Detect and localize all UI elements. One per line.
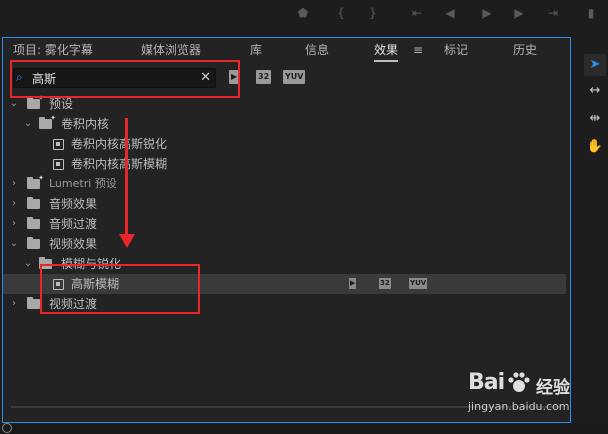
folder-icon <box>27 297 40 309</box>
annotation-arrow-head <box>119 234 135 248</box>
tab-history[interactable]: 历史 <box>513 41 537 59</box>
32bit-badge: 32 <box>379 278 391 289</box>
preset-icon <box>53 139 64 150</box>
selection-tool-icon[interactable]: ➤ <box>584 54 606 76</box>
tree-item-convolution[interactable]: ⌄ ✦ 卷积内核 <box>3 114 566 134</box>
tab-media-browser[interactable]: 媒体浏览器 <box>141 41 201 59</box>
chevron-down-icon[interactable]: ⌄ <box>9 234 19 254</box>
tree-item-lumetri[interactable]: › ✦ Lumetri 预设 <box>3 174 566 194</box>
step-back-icon[interactable]: ◀ <box>443 6 457 20</box>
tree-item-label: 卷积内核高斯锐化 <box>71 137 168 151</box>
tree-item-preset[interactable]: 卷积内核高斯模糊 <box>3 154 566 174</box>
chevron-down-icon[interactable]: ⌄ <box>23 254 33 274</box>
go-to-out-icon[interactable]: ⇥ <box>546 6 560 20</box>
annotation-box-effect <box>40 264 200 314</box>
tab-project[interactable]: 项目: 雾化字幕 <box>13 41 93 59</box>
watermark-brand: 经验 <box>536 378 570 398</box>
accelerated-badge: ▶ <box>349 278 357 289</box>
transport-bar: ⬟ { } ⇤ ◀ ▶ ▶ ⇥ ▮ <box>0 0 608 28</box>
folder-icon <box>27 237 40 249</box>
tree-item-audio-effects[interactable]: › 音频效果 <box>3 194 566 214</box>
preset-folder-icon: ✦ <box>39 115 56 129</box>
tree-item-video-effects[interactable]: ⌄ 视频效果 <box>3 234 566 254</box>
preset-icon <box>53 159 64 170</box>
tab-markers[interactable]: 标记 <box>444 41 468 59</box>
step-forward-icon[interactable]: ▶ <box>512 6 526 20</box>
tab-libraries[interactable]: 库 <box>250 41 262 59</box>
status-icon <box>2 423 12 433</box>
tree-item-label: 卷积内核高斯模糊 <box>71 157 168 171</box>
out-point-icon[interactable]: } <box>366 6 380 20</box>
panel-menu-icon[interactable]: ≡ <box>413 43 423 57</box>
go-to-in-icon[interactable]: ⇤ <box>410 6 424 20</box>
tree-item-label: 音频效果 <box>49 197 98 211</box>
tree-item-preset[interactable]: 卷积内核高斯锐化 <box>3 134 566 154</box>
chevron-right-icon[interactable]: › <box>9 194 19 214</box>
watermark-logo: Bai <box>468 370 505 395</box>
tree-item-audio-transitions[interactable]: › 音频过渡 <box>3 214 566 234</box>
tab-effects[interactable]: 效果 <box>374 41 399 62</box>
yuv-badge: YUV <box>409 278 428 289</box>
baidu-watermark: Bai 经验 jingyan.baidu.com <box>468 370 588 416</box>
paw-icon <box>508 372 530 392</box>
tree-item-label: 音频过渡 <box>49 217 98 231</box>
tree-item-label: Lumetri 预设 <box>49 177 117 190</box>
watermark-url: jingyan.baidu.com <box>468 400 570 413</box>
yuv-filter[interactable]: YUV <box>283 70 306 84</box>
slip-tool-icon[interactable]: ⇹ <box>584 108 606 130</box>
tab-info[interactable]: 信息 <box>305 41 329 59</box>
panel-tabs: 项目: 雾化字幕 媒体浏览器 库 信息 效果 ≡ 标记 历史 <box>3 38 570 62</box>
marker-icon[interactable]: ⬟ <box>296 6 310 20</box>
chevron-right-icon[interactable]: › <box>9 174 19 194</box>
play-icon[interactable]: ▶ <box>480 6 494 20</box>
status-bar <box>0 423 608 434</box>
annotation-box-search <box>10 60 240 98</box>
preset-folder-icon: ✦ <box>27 95 44 109</box>
preset-folder-icon: ✦ <box>27 175 44 189</box>
annotation-arrow <box>125 118 128 238</box>
tree-item-label: 卷积内核 <box>61 117 110 131</box>
hand-tool-icon[interactable]: ✋ <box>584 136 606 158</box>
chevron-down-icon[interactable]: ⌄ <box>23 114 33 134</box>
more-icon[interactable]: ▮ <box>584 6 598 20</box>
folder-icon <box>27 197 40 209</box>
32bit-color-filter[interactable]: 32 <box>256 70 272 84</box>
chevron-right-icon[interactable]: › <box>9 294 19 314</box>
folder-icon <box>27 217 40 229</box>
ripple-edit-icon[interactable]: ↔ <box>584 80 606 102</box>
in-point-icon[interactable]: { <box>334 6 348 20</box>
chevron-right-icon[interactable]: › <box>9 214 19 234</box>
tree-item-label: 视频效果 <box>49 237 98 251</box>
